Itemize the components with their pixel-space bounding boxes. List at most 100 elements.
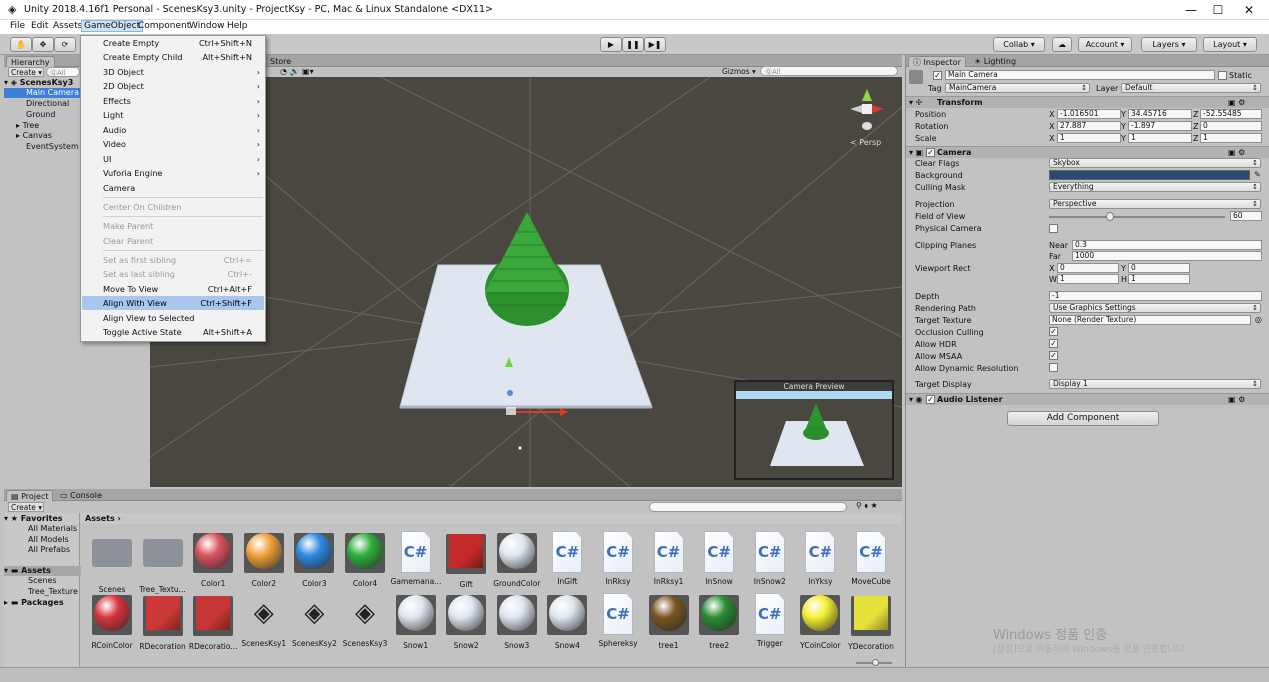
asset-item[interactable]: tree2 <box>694 593 744 650</box>
breadcrumb-assets[interactable]: Assets › <box>85 514 121 523</box>
asset-item[interactable]: Gift <box>441 531 491 589</box>
scene-search-input[interactable]: ⓆAll <box>760 66 898 76</box>
favorites-header[interactable]: ▾ ★ Favorites <box>4 514 84 524</box>
favorites-item[interactable]: All Prefabs <box>4 545 84 555</box>
viewport-y-field[interactable]: 0 <box>1128 263 1190 273</box>
rotation-y-field[interactable]: -1.897 <box>1128 121 1192 131</box>
menu-item-2d-object[interactable]: 2D Object › <box>82 79 264 93</box>
camera-header[interactable]: ▾ ▣ ✓ Camera ▣ ⚙ <box>906 146 1269 158</box>
hierarchy-item-main-camera[interactable]: Main Camera <box>4 88 84 98</box>
hierarchy-create-button[interactable]: Create ▾ <box>8 67 44 77</box>
tab-project[interactable]: ▤ Project <box>6 490 54 501</box>
menu-file[interactable]: File <box>10 21 25 31</box>
move-tool-icon[interactable]: ✥ <box>32 37 54 52</box>
position-y-field[interactable]: 34.45716 <box>1128 109 1192 119</box>
depth-field[interactable]: -1 <box>1049 291 1262 301</box>
close-icon[interactable]: ✕ <box>1234 2 1264 18</box>
asset-item[interactable]: C# InGift <box>542 531 592 586</box>
component-settings-icon[interactable]: ▣ ⚙ <box>1228 98 1245 107</box>
tab-lighting[interactable]: ☀ Lighting <box>970 56 1020 67</box>
layer-dropdown[interactable]: Default <box>1121 83 1261 93</box>
allow-hdr-checkbox[interactable]: ✓ <box>1049 339 1058 348</box>
asset-item[interactable]: ◈ ScenesKsy2 <box>289 593 339 648</box>
rendering-path-dropdown[interactable]: Use Graphics Settings <box>1049 303 1261 313</box>
scale-x-field[interactable]: 1 <box>1057 133 1121 143</box>
target-display-dropdown[interactable]: Display 1 <box>1049 379 1261 389</box>
scale-z-field[interactable]: 1 <box>1200 133 1262 143</box>
asset-item[interactable]: YCoinColor <box>795 593 845 650</box>
asset-item[interactable]: Color4 <box>340 531 390 588</box>
menu-item-camera[interactable]: Camera <box>82 181 264 195</box>
menu-assets[interactable]: Assets <box>53 21 82 31</box>
asset-item[interactable]: ◈ ScenesKsy1 <box>239 593 289 648</box>
eyedropper-icon[interactable]: ✎ <box>1254 170 1261 179</box>
asset-item[interactable]: C# InRksy1 <box>644 531 694 586</box>
fov-field[interactable]: 60 <box>1230 211 1262 221</box>
tag-dropdown[interactable]: MainCamera <box>945 83 1090 93</box>
menu-item-3d-object[interactable]: 3D Object › <box>82 65 264 79</box>
menu-component[interactable]: Component <box>138 21 190 31</box>
asset-item[interactable]: C# InRksy <box>593 531 643 586</box>
scale-y-field[interactable]: 1 <box>1128 133 1192 143</box>
hand-tool-icon[interactable]: ✋ <box>10 37 32 52</box>
viewport-w-field[interactable]: 1 <box>1057 274 1119 284</box>
add-component-button[interactable]: Add Component <box>1007 411 1159 426</box>
occlusion-culling-checkbox[interactable]: ✓ <box>1049 327 1058 336</box>
hierarchy-tab[interactable]: Hierarchy <box>6 56 55 67</box>
menu-item-ui[interactable]: UI › <box>82 152 264 166</box>
maximize-icon[interactable]: ☐ <box>1203 2 1233 18</box>
menu-item-video[interactable]: Video › <box>82 137 264 151</box>
project-create-button[interactable]: Create ▾ <box>8 502 44 512</box>
near-field[interactable]: 0.3 <box>1072 240 1262 250</box>
hierarchy-item-eventsystem[interactable]: EventSystem <box>4 142 84 152</box>
asset-item[interactable]: Snow1 <box>391 593 441 650</box>
asset-item[interactable]: ◈ ScenesKsy3 <box>340 593 390 648</box>
audio-listener-checkbox[interactable]: ✓ <box>926 395 935 404</box>
clear-flags-dropdown[interactable]: Skybox <box>1049 158 1261 168</box>
menu-item-audio[interactable]: Audio › <box>82 123 264 137</box>
scene-toolbar-icons[interactable]: ◔ 🔊 ▣▾ <box>280 67 314 76</box>
component-settings-icon[interactable]: ▣ ⚙ <box>1228 148 1245 157</box>
fov-slider-track[interactable] <box>1049 216 1225 218</box>
background-color-field[interactable] <box>1049 170 1250 180</box>
play-button[interactable]: ▶ <box>600 37 622 52</box>
viewport-h-field[interactable]: 1 <box>1128 274 1190 284</box>
packages-folder[interactable]: ▸ ▬ Packages <box>4 598 84 608</box>
camera-enabled-checkbox[interactable]: ✓ <box>926 148 935 157</box>
rotate-tool-icon[interactable]: ⟳ <box>54 37 76 52</box>
allow-msaa-checkbox[interactable]: ✓ <box>1049 351 1058 360</box>
gizmos-dropdown[interactable]: Gizmos ▾ <box>722 67 756 76</box>
transform-header[interactable]: ▾ ✢ Transform ▣ ⚙ <box>906 96 1269 108</box>
tree-folder-item[interactable]: Scenes <box>4 576 84 586</box>
asset-item[interactable]: C# Gamemana... <box>391 531 441 586</box>
active-checkbox[interactable]: ✓ <box>933 71 942 80</box>
asset-item[interactable]: C# Trigger <box>745 593 795 648</box>
asset-item[interactable]: C# MoveCube <box>846 531 896 586</box>
asset-item[interactable]: GroundColor <box>492 531 542 588</box>
asset-item[interactable]: RDecoratio... <box>188 593 238 651</box>
hierarchy-search-input[interactable]: ⓆAll <box>46 67 80 77</box>
asset-item[interactable]: Color3 <box>289 531 339 588</box>
asset-item[interactable]: Snow3 <box>492 593 542 650</box>
pause-button[interactable]: ❚❚ <box>622 37 644 52</box>
zoom-slider-handle[interactable] <box>872 659 879 666</box>
object-picker-icon[interactable]: ◎ <box>1255 315 1262 324</box>
assets-folder[interactable]: ▾ ▬ Assets <box>4 566 84 576</box>
asset-item[interactable]: RDecoration <box>138 593 188 651</box>
static-checkbox[interactable] <box>1218 71 1227 80</box>
tab-inspector[interactable]: ⓘ Inspector <box>908 56 966 67</box>
rotation-z-field[interactable]: 0 <box>1200 121 1262 131</box>
menu-edit[interactable]: Edit <box>31 21 48 31</box>
project-filter-icons[interactable]: ⚲ ⬧ ★ <box>856 501 878 511</box>
hierarchy-item-ground[interactable]: Ground <box>4 110 84 120</box>
asset-item[interactable]: tree1 <box>644 593 694 650</box>
asset-item[interactable]: Snow2 <box>441 593 491 650</box>
minimize-icon[interactable]: — <box>1176 2 1206 18</box>
culling-mask-dropdown[interactable]: Everything <box>1049 182 1261 192</box>
tab-store[interactable]: Store <box>266 56 295 67</box>
object-name-field[interactable]: Main Camera <box>945 70 1215 80</box>
asset-item[interactable]: RCoinColor <box>87 593 137 650</box>
audio-listener-header[interactable]: ▾ ◉ ✓ Audio Listener ▣ ⚙ <box>906 393 1269 405</box>
menu-help[interactable]: Help <box>227 21 248 31</box>
hierarchy-item-directional[interactable]: Directional <box>4 99 84 109</box>
